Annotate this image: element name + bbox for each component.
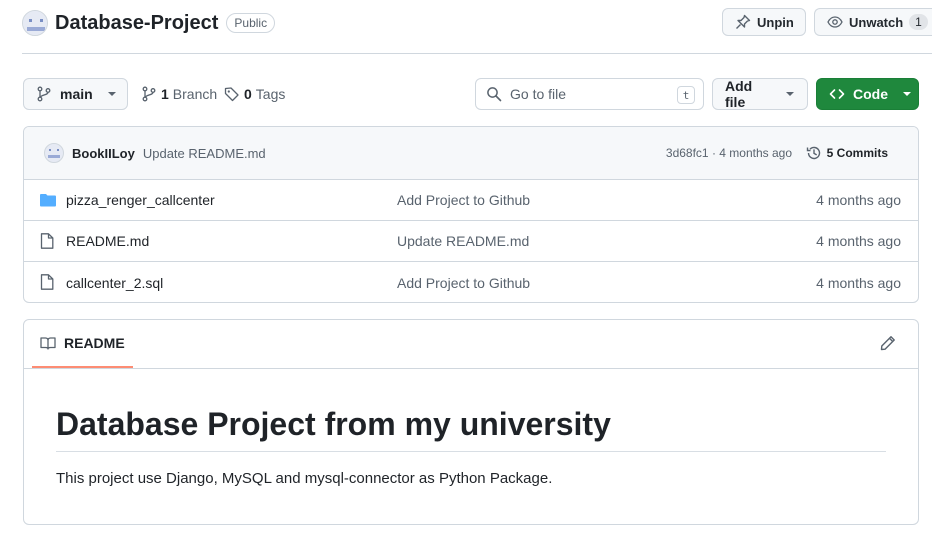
file-commit-message[interactable]: Add Project to Github xyxy=(397,192,530,208)
code-icon xyxy=(829,86,845,102)
tags-link[interactable]: 0 Tags xyxy=(224,78,285,110)
file-name[interactable]: callcenter_2.sql xyxy=(66,275,163,291)
tag-word: Tags xyxy=(255,86,286,102)
branch-selector[interactable]: main xyxy=(23,78,128,110)
pin-icon xyxy=(735,14,751,30)
code-button[interactable]: Code xyxy=(816,78,919,110)
pencil-icon[interactable] xyxy=(880,335,896,351)
readme-tab-label: README xyxy=(64,335,125,351)
readme-header: README xyxy=(24,320,918,369)
commit-sha-time[interactable]: 3d68fc1 · 4 months ago xyxy=(666,146,792,160)
header-divider xyxy=(22,53,932,54)
chevron-down-icon xyxy=(902,89,912,99)
chevron-down-icon xyxy=(107,89,117,99)
branch-name: main xyxy=(60,86,93,102)
shortcut-key: t xyxy=(677,86,695,104)
table-row[interactable]: README.md Update README.md 4 months ago xyxy=(24,221,918,262)
file-icon xyxy=(40,233,54,249)
owner-avatar[interactable] xyxy=(22,10,48,36)
repo-header: Database-Project Public Unpin Unwatch 1 xyxy=(22,8,932,38)
file-date: 4 months ago xyxy=(816,192,901,208)
chevron-down-icon xyxy=(785,89,795,99)
file-name[interactable]: pizza_renger_callcenter xyxy=(66,192,215,208)
repo-toolbar: main 1 Branch 0 Tags Go to file t Add fi… xyxy=(23,78,919,110)
branch-count: 1 xyxy=(161,86,169,102)
tag-icon xyxy=(224,86,240,102)
unwatch-button[interactable]: Unwatch 1 xyxy=(814,8,932,36)
file-table: BookIILoy Update README.md 3d68fc1 · 4 m… xyxy=(23,126,919,303)
unwatch-label: Unwatch xyxy=(849,14,904,30)
add-file-button[interactable]: Add file xyxy=(712,78,808,110)
latest-commit-bar: BookIILoy Update README.md 3d68fc1 · 4 m… xyxy=(24,127,918,180)
branch-word: Branch xyxy=(172,86,218,102)
add-file-label: Add file xyxy=(725,78,753,110)
branch-icon xyxy=(141,86,157,102)
tab-readme[interactable]: README xyxy=(32,320,133,368)
folder-icon xyxy=(40,193,56,207)
unpin-button[interactable]: Unpin xyxy=(722,8,806,36)
commits-label: 5 Commits xyxy=(826,146,888,160)
file-date: 4 months ago xyxy=(816,274,901,291)
table-row[interactable]: callcenter_2.sql Add Project to Github 4… xyxy=(24,262,918,302)
history-icon xyxy=(806,145,822,161)
branches-link[interactable]: 1 Branch xyxy=(141,78,217,110)
repo-name[interactable]: Database-Project xyxy=(55,12,218,35)
repo-actions: Unpin Unwatch 1 xyxy=(722,8,932,36)
go-to-file-placeholder: Go to file xyxy=(510,86,567,102)
tag-count: 0 xyxy=(244,86,252,102)
commit-message[interactable]: Update README.md xyxy=(143,146,266,161)
table-row[interactable]: pizza_renger_callcenter Add Project to G… xyxy=(24,180,918,221)
file-commit-message[interactable]: Add Project to Github xyxy=(397,275,530,291)
readme-panel: README Database Project from my universi… xyxy=(23,319,919,525)
search-icon xyxy=(486,86,502,102)
eye-icon xyxy=(827,14,843,30)
readme-paragraph: This project use Django, MySQL and mysql… xyxy=(56,470,553,487)
readme-heading: Database Project from my university xyxy=(56,405,886,452)
visibility-badge: Public xyxy=(226,13,276,33)
go-to-file-input[interactable]: Go to file t xyxy=(475,78,704,110)
file-date: 4 months ago xyxy=(816,233,901,249)
file-icon xyxy=(40,274,54,290)
readme-content: Database Project from my university This… xyxy=(24,369,918,487)
commit-author[interactable]: BookIILoy xyxy=(72,146,135,161)
commit-author-avatar[interactable] xyxy=(44,143,64,163)
branch-icon xyxy=(36,86,52,102)
watch-count: 1 xyxy=(909,14,928,30)
unpin-label: Unpin xyxy=(757,14,794,30)
commits-link[interactable]: 5 Commits xyxy=(806,145,888,161)
book-icon xyxy=(40,335,56,351)
file-commit-message[interactable]: Update README.md xyxy=(397,233,529,249)
code-label: Code xyxy=(853,86,888,102)
file-name[interactable]: README.md xyxy=(66,233,149,249)
